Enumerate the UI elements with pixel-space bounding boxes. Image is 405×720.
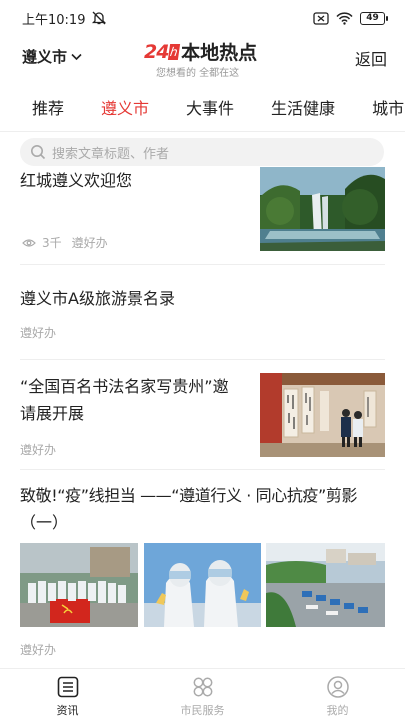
medical-workers-thumbnail (144, 543, 261, 627)
logo-subtitle: 您想看的 全都在这 (156, 68, 240, 79)
article-title-line: 致敬!“疫”线担当 ——“遵道行义 · 同心抗疫”剪影 (20, 486, 358, 505)
article-meta: 3千 遵好办 (22, 234, 108, 251)
article-card[interactable]: 红城遵义欢迎您 3千 遵好办 (20, 166, 385, 265)
battery-icon: 49 (360, 11, 388, 25)
article-title-line: “全国百名书法名家写贵州”邀 (20, 377, 229, 396)
article-title: 致敬!“疫”线担当 ——“遵道行义 · 同心抗疫”剪影 （一） (20, 482, 385, 536)
article-card[interactable]: “全国百名书法名家写贵州”邀 请展开展 遵好办 (20, 360, 385, 470)
status-bar: 上午10:19 49 (0, 0, 405, 36)
app-header: 遵义市 24 h 本地热点 您想看的 全都在这 返回 (0, 36, 405, 80)
tab-life-health[interactable]: 生活健康 (271, 95, 335, 119)
category-tabs: 推荐 遵义市 大事件 生活健康 城市 (0, 82, 405, 132)
article-title: “全国百名书法名家写贵州”邀 请展开展 (20, 373, 242, 427)
search-bar[interactable]: 搜索文章标题、作者 (20, 138, 384, 166)
status-time: 上午10:19 (22, 12, 86, 28)
back-button[interactable]: 返回 (355, 46, 387, 70)
article-source: 遵好办 (20, 443, 57, 457)
article-title-line: （一） (20, 513, 69, 532)
medical-team-thumbnail (20, 543, 138, 627)
status-icons: 49 (313, 11, 388, 25)
article-title: 遵义市A级旅游景名录 (20, 289, 175, 308)
nav-label: 资讯 (56, 704, 79, 717)
nav-services[interactable]: 市民服务 (135, 669, 270, 720)
article-source: 遵好办 (20, 643, 57, 657)
nav-label: 我的 (326, 704, 349, 717)
calligraphy-exhibition-thumbnail (260, 373, 385, 457)
news-icon (57, 676, 78, 698)
search-placeholder: 搜索文章标题、作者 (52, 146, 170, 162)
testing-site-thumbnail (266, 543, 385, 627)
tab-zunyi[interactable]: 遵义市 (101, 95, 149, 119)
nav-label: 市民服务 (180, 704, 225, 717)
chevron-down-icon (71, 53, 82, 60)
app-logo: 24 h 本地热点 您想看的 全都在这 (144, 38, 274, 80)
article-card[interactable]: 致敬!“疫”线担当 ——“遵道行义 · 同心抗疫”剪影 （一） 遵好办 (20, 470, 385, 670)
no-sim-icon (313, 11, 329, 25)
view-count: 3千 (42, 236, 62, 250)
app-screen: 上午10:19 49 遵义市 24 h 本地热点 您想看的 全都在这 返回 推荐… (0, 0, 405, 720)
article-card[interactable]: 遵义市A级旅游景名录 遵好办 (20, 265, 385, 360)
profile-icon (326, 676, 349, 698)
article-meta: 遵好办 (20, 324, 56, 341)
article-meta: 遵好办 (20, 641, 56, 658)
logo-box: h (168, 43, 181, 60)
tab-city[interactable]: 城市 (372, 95, 404, 119)
wifi-icon (336, 11, 353, 25)
logo-title: 本地热点 (181, 42, 258, 64)
mute-icon (92, 11, 107, 25)
bottom-nav: 资讯 市民服务 我的 (0, 668, 405, 720)
waterfall-thumbnail (260, 167, 385, 251)
nav-profile[interactable]: 我的 (270, 669, 405, 720)
city-selector[interactable]: 遵义市 (22, 46, 82, 67)
logo-number: 24 (144, 40, 169, 63)
city-name: 遵义市 (22, 48, 68, 66)
article-source: 遵好办 (71, 236, 108, 250)
search-icon (31, 145, 46, 160)
article-meta: 遵好办 (20, 441, 56, 458)
services-icon (193, 677, 212, 697)
battery-level: 49 (366, 12, 379, 23)
article-title: 红城遵义欢迎您 (20, 171, 133, 190)
article-title-line: 请展开展 (20, 404, 85, 423)
article-source: 遵好办 (20, 326, 57, 340)
tab-major-events[interactable]: 大事件 (186, 95, 234, 119)
tab-recommend[interactable]: 推荐 (32, 95, 64, 119)
eye-icon (22, 238, 36, 247)
nav-news[interactable]: 资讯 (0, 669, 135, 720)
